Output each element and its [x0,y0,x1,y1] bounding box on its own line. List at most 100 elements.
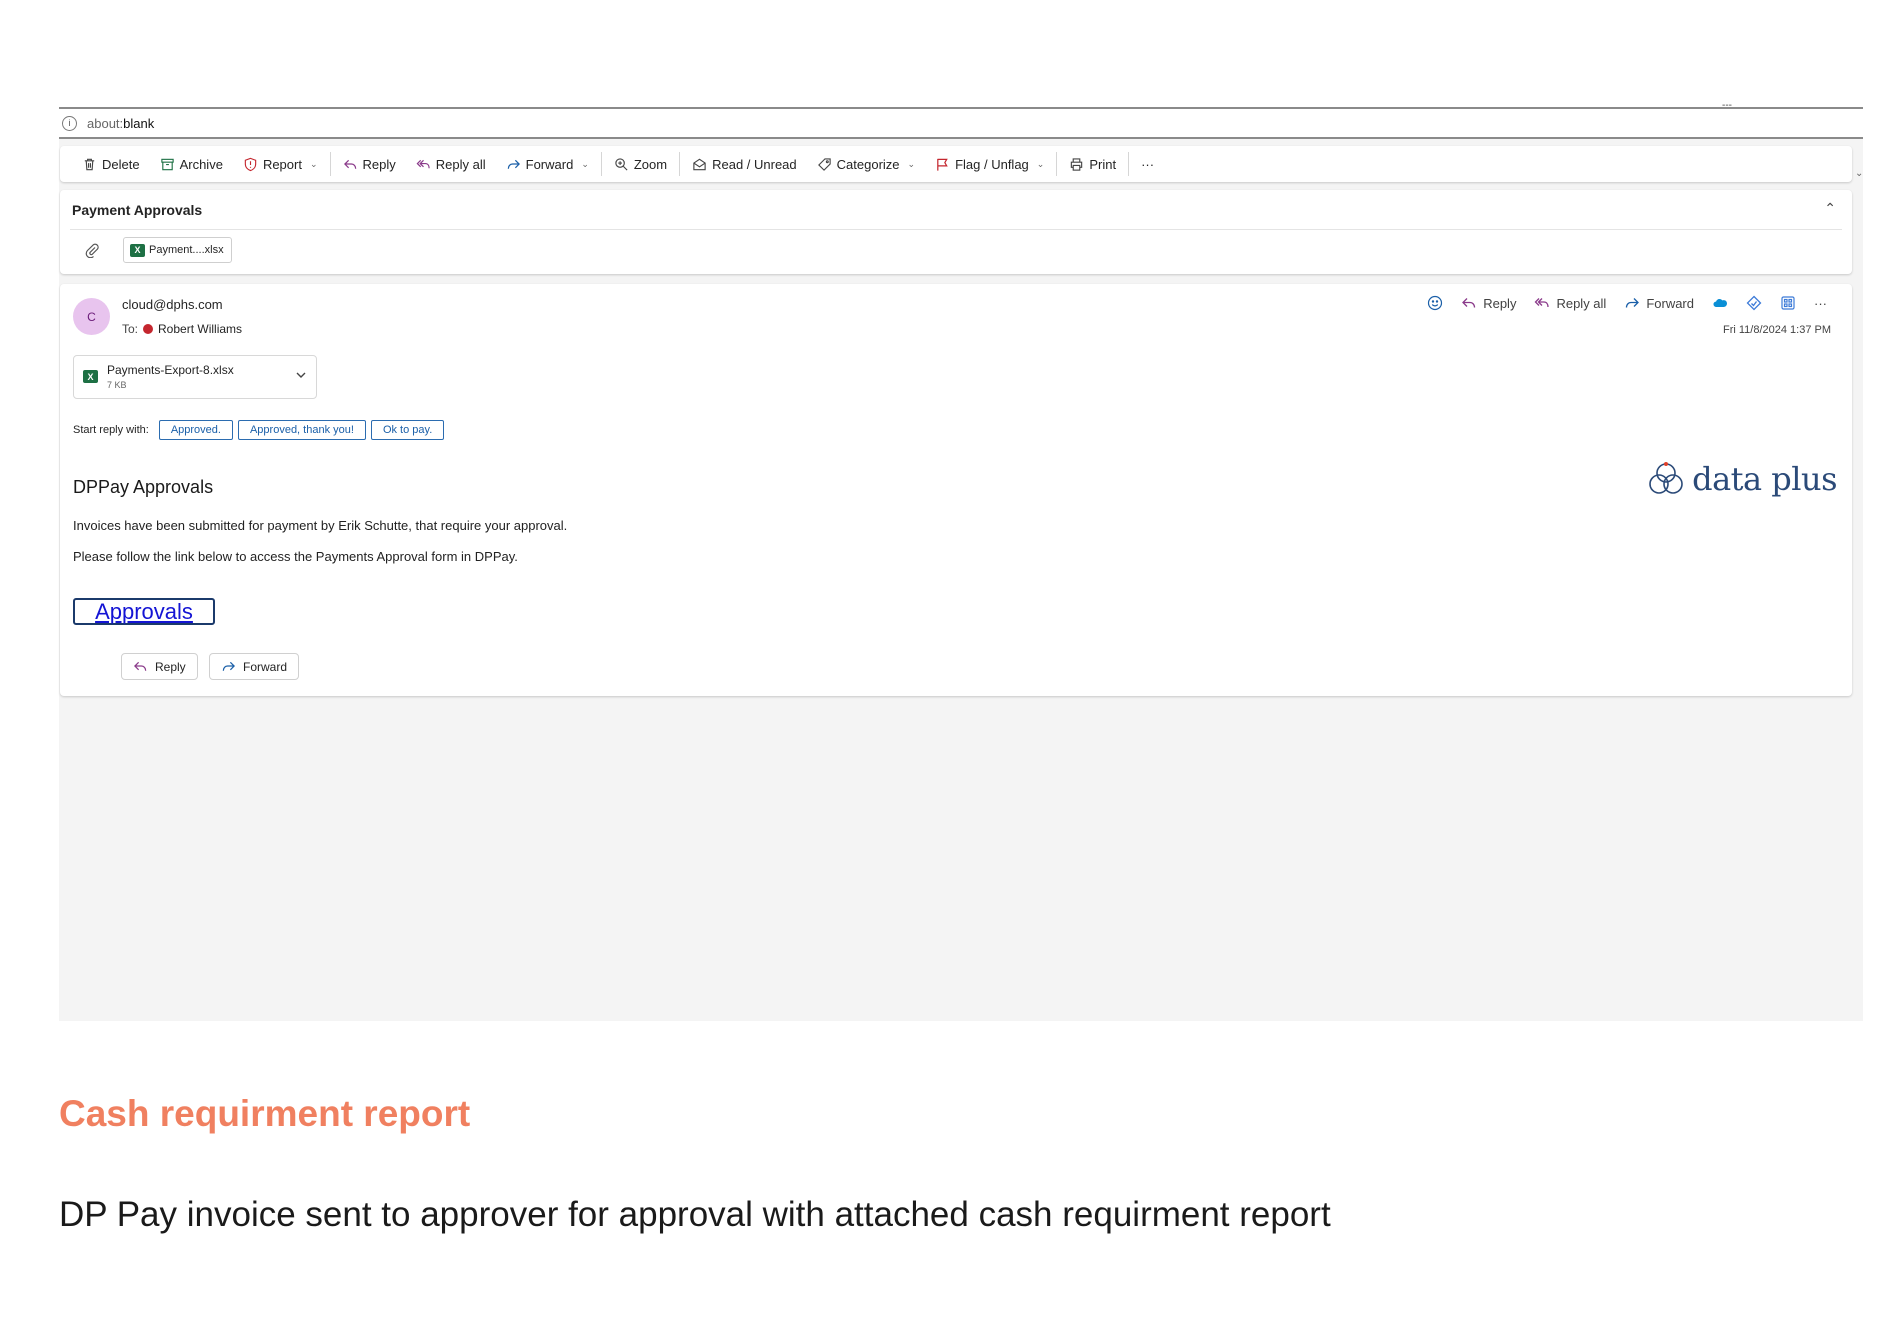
salesforce-addin-button[interactable] [1703,295,1737,311]
toolbar-divider [1056,152,1058,176]
forward-icon [222,661,235,671]
diamond-addin-icon [1746,295,1762,311]
footer-forward-button[interactable]: Forward [209,653,300,680]
flag-unflag-button[interactable]: Flag / Unflag ⌄ [925,146,1054,182]
command-toolbar: Delete Archive Report ⌄ Reply Reply all F… [60,146,1852,182]
smiley-icon [1428,295,1443,311]
suggested-reply-approved[interactable]: Approved. [158,420,233,440]
attachment-size: 7 KB [107,380,127,390]
approvals-link[interactable]: Approvals [73,598,215,625]
flag-icon [937,158,948,171]
print-label: Print [1089,156,1117,172]
toolbar-divider [679,152,681,176]
email-subject: Payment Approvals [72,202,203,218]
footer-reply-label: Reply [155,659,186,674]
toolbar-overflow-chevron-icon[interactable]: ⌄ [1855,168,1863,179]
recipient-name[interactable]: Robert Williams [158,322,242,336]
message-forward-label: Forward [1646,295,1694,311]
suggested-replies: Start reply with: Approved. Approved, th… [73,420,445,440]
message-more-button[interactable]: ··· [1805,296,1836,311]
suggested-reply-approved-thanks[interactable]: Approved, thank you! [237,420,366,440]
zoom-label: Zoom [633,156,668,172]
archive-button[interactable]: Archive [150,146,233,182]
info-icon[interactable]: i [62,115,77,131]
message-reply-label: Reply [1483,295,1517,311]
message-card: C cloud@dphs.com To: Robert Williams Rep… [60,284,1852,696]
message-reply-all-label: Reply all [1556,295,1607,311]
more-icon: ··· [1141,156,1155,172]
avatar[interactable]: C [73,298,110,335]
message-actions: Reply Reply all Forward ··· [1418,295,1836,311]
toolbar-divider [600,152,602,176]
print-button[interactable]: Print [1059,146,1126,182]
message-forward-button[interactable]: Forward [1615,295,1703,311]
chevron-down-icon: ⌄ [907,158,916,169]
archive-icon [160,158,174,170]
reply-all-label: Reply all [435,156,486,172]
url-path: blank [123,115,155,131]
recipient-line: To: Robert Williams [122,322,242,336]
forward-label: Forward [525,156,574,172]
addin-diamond-button[interactable] [1737,295,1771,311]
chevron-down-icon[interactable] [294,368,308,382]
attachment-chip[interactable]: X Payment....xlsx [123,237,232,263]
read-unread-button[interactable]: Read / Unread [682,146,807,182]
tag-icon [817,157,831,171]
divider [70,229,1842,230]
suggested-reply-ok-to-pay[interactable]: Ok to pay. [370,420,445,440]
flag-unflag-label: Flag / Unflag [955,156,1029,172]
report-label: Report [262,156,302,172]
excel-icon: X [83,370,98,383]
delete-button[interactable]: Delete [72,146,150,182]
message-reply-button[interactable]: Reply [1452,295,1525,311]
data-plus-logo-icon [1649,462,1683,494]
apps-grid-icon [1781,296,1795,310]
reply-all-icon [416,159,430,168]
body-paragraph: Please follow the link below to access t… [73,549,518,564]
read-unread-label: Read / Unread [712,156,797,172]
shield-icon [244,157,257,171]
caption-title: Cash requirment report [59,1093,471,1134]
address-bar[interactable]: i about: blank [59,109,1863,139]
reply-icon [1462,298,1476,308]
chevron-down-icon: ⌄ [581,158,589,169]
forward-icon [1626,298,1640,308]
envelope-open-icon [693,158,706,170]
data-plus-logo: data plus [1646,459,1837,499]
body-paragraph: Invoices have been submitted for payment… [73,518,568,533]
emoji-reaction-button[interactable] [1418,295,1452,311]
apps-button[interactable] [1771,295,1805,311]
data-plus-logo-text: data plus [1692,460,1837,498]
forward-icon [507,159,520,169]
sender-address[interactable]: cloud@dphs.com [122,297,223,312]
attachment-chip-label: Payment....xlsx [149,244,224,256]
footer-reply-button[interactable]: Reply [121,653,198,680]
zoom-button[interactable]: Zoom [604,146,677,182]
salesforce-cloud-icon [1713,299,1727,307]
attachment-card[interactable]: X Payments-Export-8.xlsx 7 KB [73,355,317,399]
toolbar-divider [1128,152,1130,176]
zoom-icon [615,157,628,171]
paperclip-icon [85,243,99,258]
categorize-button[interactable]: Categorize ⌄ [807,146,925,182]
presence-busy-icon [143,324,154,334]
excel-icon: X [130,243,145,257]
caption-text: DP Pay invoice sent to approver for appr… [59,1195,1331,1234]
to-label: To: [122,322,139,336]
printer-icon [1071,157,1083,171]
message-reply-all-button[interactable]: Reply all [1525,295,1615,311]
suggested-replies-label: Start reply with: [73,424,149,436]
reply-all-button[interactable]: Reply all [406,146,496,182]
collapse-chevron-icon[interactable]: ⌃ [1824,200,1836,217]
reply-icon [343,159,356,169]
reply-label: Reply [362,156,396,172]
forward-button[interactable]: Forward ⌄ [496,146,599,182]
report-button[interactable]: Report ⌄ [233,146,328,182]
toolbar-divider [329,152,331,176]
reply-button[interactable]: Reply [333,146,406,182]
body-title: DPPay Approvals [73,477,214,497]
footer-forward-label: Forward [243,659,288,674]
trash-icon [84,158,95,170]
archive-label: Archive [179,156,223,172]
more-options-button[interactable]: ··· [1131,146,1164,182]
